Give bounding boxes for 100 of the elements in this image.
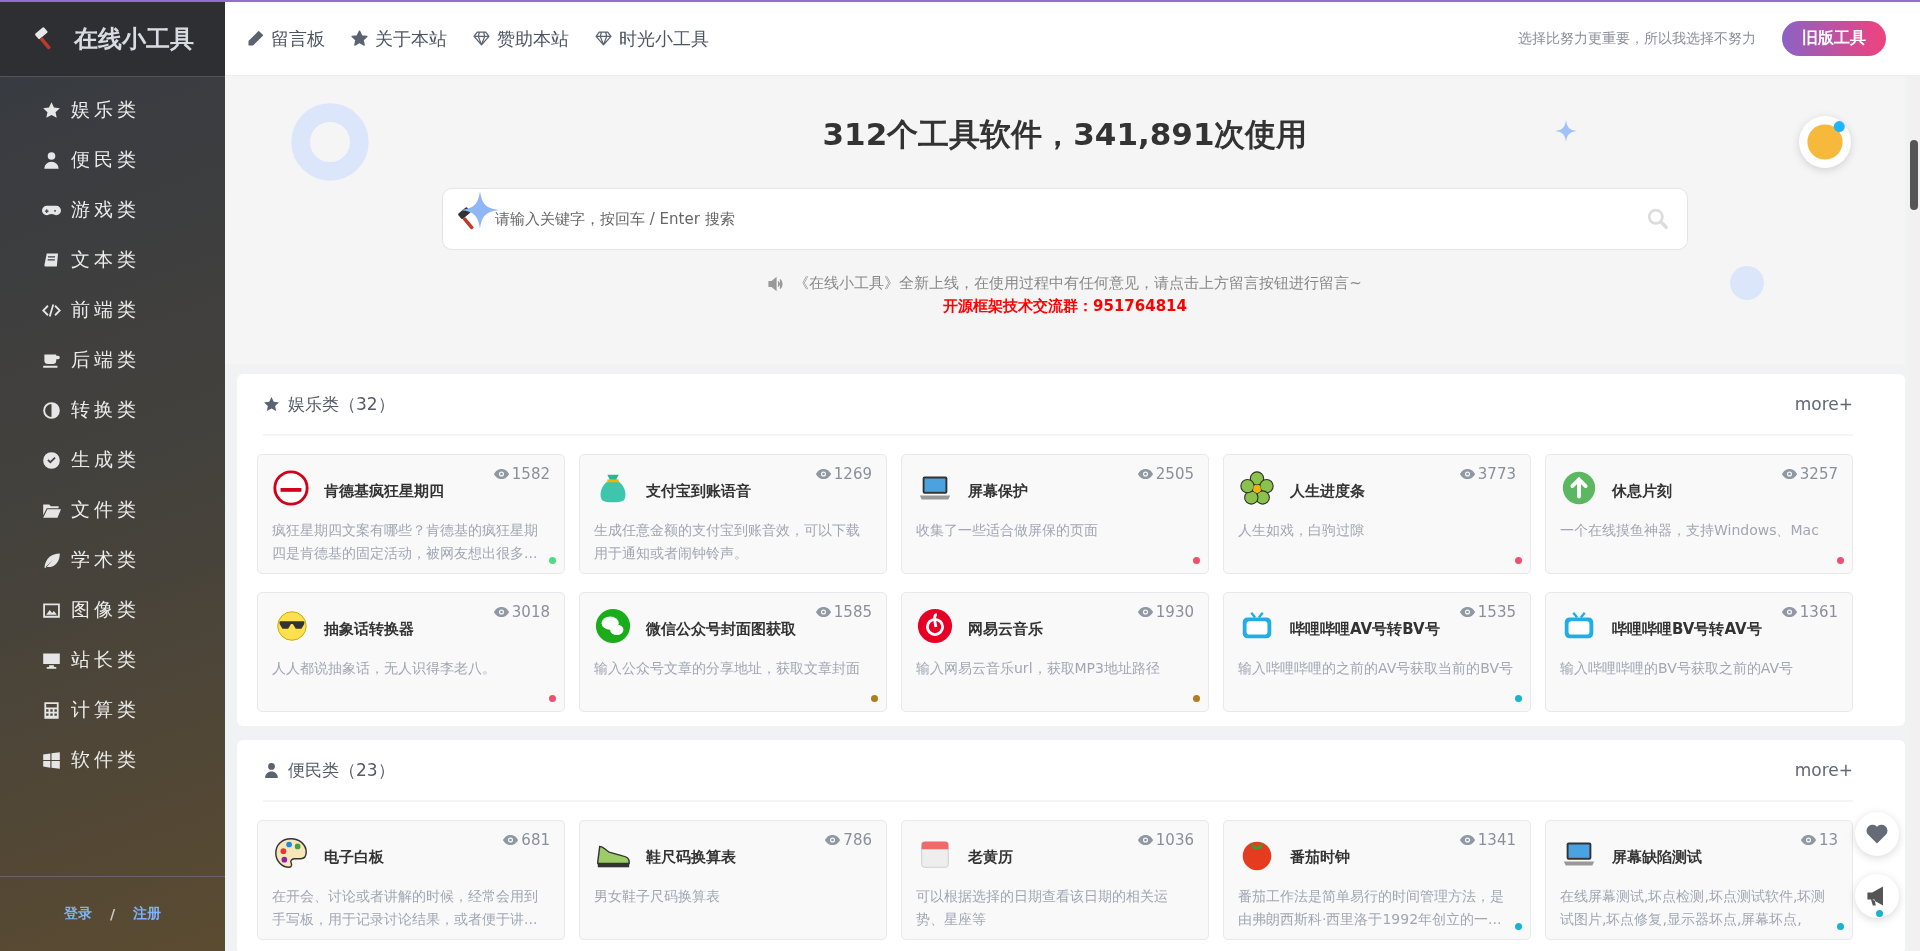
tool-card[interactable]: 抽象话转换器 3018 人人都说抽象话，无人识得李老八。 [257,592,565,712]
section-title: 便民类（23） [288,758,395,782]
tool-card[interactable]: 鞋尺码换算表 786 男女鞋子尺码换算表 [579,820,887,940]
view-count: 1585 [814,603,872,621]
view-count: 3773 [1458,465,1516,483]
monitor-icon [42,650,61,670]
eye-icon [1780,606,1798,618]
nav-link[interactable]: 留言板 [247,26,325,51]
view-count: 786 [824,831,872,849]
flower-icon [1238,469,1276,507]
notice-text: 《在线小工具》全新上线，在使用过程中有任何意见，请点击上方留言按钮进行留言~ [794,274,1362,293]
sidebar-item[interactable]: 文本类 [0,235,225,285]
diamond-icon [473,30,490,47]
view-count: 1582 [492,465,550,483]
tool-card[interactable]: 番茄时钟 1341 番茄工作法是简单易行的时间管理方法，是由弗朗西斯科·西里洛于1992年创立的一... [1223,820,1531,940]
eye-icon [814,606,832,618]
tool-name: 鞋尺码换算表 [646,847,737,867]
tool-card[interactable]: 人生进度条 3773 人生如戏，白驹过隙 [1223,454,1531,574]
tool-card[interactable]: 休息片刻 3257 一个在线摸鱼神器，支持Windows、Mac [1545,454,1853,574]
sidebar-item[interactable]: 软件类 [0,735,225,785]
search-field[interactable]: 请输入关键字，按回车 / Enter 搜索 [442,188,1688,250]
tool-description: 人人都说抽象话，无人识得李老八。 [272,659,497,678]
tool-card[interactable]: 哔哩哔哩AV号转BV号 1535 输入哔哩哔哩的之前的AV号获取当前的BV号 [1223,592,1531,712]
eye-icon [492,606,510,618]
tool-card[interactable]: 肯德基疯狂星期四 1582 疯狂星期四文案有哪些？肯德基的疯狂星期四是肯德基的固定活动，被网友想出很多... [257,454,565,574]
notification-dot [1876,910,1883,917]
tool-name: 休息片刻 [1612,481,1673,501]
login-link[interactable]: 登录 [63,905,92,923]
sidebar-item[interactable]: 便民类 [0,135,225,185]
view-count: 3018 [492,603,550,621]
star-icon [42,100,61,120]
tool-card[interactable]: 电子白板 681 在开会、讨论或者讲解的时候，经常会用到手写板，用于记录讨论结果，或者便于讲... [257,820,565,940]
slogan-text: 选择比努力更重要，所以我选择不努力 [1518,29,1756,48]
more-link[interactable]: more+ [1794,394,1853,414]
tool-card[interactable]: 哔哩哔哩BV号转AV号 1361 输入哔哩哔哩的BV号获取之前的AV号 [1545,592,1853,712]
view-count: 1341 [1458,831,1516,849]
person-icon [263,761,280,779]
arrow-up-icon [1560,469,1598,507]
nav-link[interactable]: 赞助本站 [473,26,569,51]
register-link[interactable]: 注册 [133,905,162,923]
view-count: 1361 [1780,603,1838,621]
eye-icon [1458,468,1476,480]
search-input[interactable]: 请输入关键字，按回车 / Enter 搜索 [493,209,1637,229]
chat-bubbles-icon [594,607,632,645]
eye-icon [824,834,842,846]
more-link[interactable]: more+ [1794,760,1853,780]
sidebar-item[interactable]: 计算类 [0,685,225,735]
sidebar-item[interactable]: 转换类 [0,385,225,435]
tool-description: 男女鞋子尺码换算表 [594,887,721,906]
tool-name: 人生进度条 [1290,481,1366,501]
tool-description: 人生如戏，白驹过隙 [1238,521,1365,540]
view-count: 1269 [814,465,872,483]
sidebar-item[interactable]: 娱乐类 [0,85,225,135]
tool-description: 输入哔哩哔哩的BV号获取之前的AV号 [1560,659,1794,678]
view-count: 3257 [1780,465,1838,483]
eye-icon [814,468,832,480]
sidebar-item[interactable]: 图像类 [0,585,225,635]
sidebar-item[interactable]: 生成类 [0,435,225,485]
view-count: 681 [502,831,550,849]
tool-card[interactable]: 网易云音乐 1930 输入网易云音乐url，获取MP3地址路径 [901,592,1209,712]
person-icon [42,150,61,170]
tool-description: 一个在线摸鱼神器，支持Windows、Mac [1560,521,1820,540]
tool-name: 支付宝到账语音 [646,481,752,501]
tool-card[interactable]: 老黄历 1036 可以根据选择的日期查看该日期的相关运势、星座等 [901,820,1209,940]
nav-link[interactable]: 时光小工具 [595,26,709,51]
tool-description: 输入哔哩哔哩的之前的AV号获取当前的BV号 [1238,659,1514,678]
tool-description: 在线屏幕测试,坏点检测,坏点测试软件,坏测试图片,坏点修复,显示器坏点,屏幕坏点, [1560,887,1827,929]
section-title: 娱乐类（32） [288,392,395,416]
pencil-icon [247,30,264,47]
tool-description: 收集了一些适合做屏保的页面 [916,521,1099,540]
group-text: 开源框架技术交流群：951764814 [943,297,1187,316]
heart-icon [1865,822,1889,846]
tool-card[interactable]: 微信公众号封面图获取 1585 输入公众号文章的分享地址，获取文章封面 [579,592,887,712]
eye-icon [492,468,510,480]
sidebar-item[interactable]: 游戏类 [0,185,225,235]
tool-description: 在开会、讨论或者讲解的时候，经常会用到手写板，用于记录讨论结果，或者便于讲... [272,887,539,929]
tool-name: 电子白板 [324,847,385,867]
diamond-icon [595,30,612,47]
sidebar-item[interactable]: 站长类 [0,635,225,685]
nav-link[interactable]: 关于本站 [351,26,447,51]
sidebar-item[interactable]: 前端类 [0,285,225,335]
tool-description: 疯狂星期四文案有哪些？肯德基的疯狂星期四是肯德基的固定活动，被网友想出很多... [272,521,539,563]
tool-description: 输入公众号文章的分享地址，获取文章封面 [594,659,861,678]
tool-name: 肯德基疯狂星期四 [324,481,445,501]
eye-icon [1458,606,1476,618]
tool-card[interactable]: 支付宝到账语音 1269 生成任意金额的支付宝到账音效，可以下载用于通知或者闹钟铃声。 [579,454,887,574]
tool-name: 抽象话转换器 [324,619,415,639]
tool-card[interactable]: 屏幕保护 2505 收集了一些适合做屏保的页面 [901,454,1209,574]
tool-name: 哔哩哔哩AV号转BV号 [1290,619,1441,639]
view-count: 1535 [1458,603,1516,621]
view-count: 1930 [1136,603,1194,621]
tool-name: 屏幕缺陷测试 [1612,847,1703,867]
sidebar-item[interactable]: 后端类 [0,335,225,385]
sidebar-item[interactable]: 学术类 [0,535,225,585]
contrast-icon [42,400,61,420]
sidebar-item[interactable]: 文件类 [0,485,225,535]
tool-name: 屏幕保护 [968,481,1029,501]
tool-card[interactable]: 屏幕缺陷测试 13 在线屏幕测试,坏点检测,坏点测试软件,坏测试图片,坏点修复,显示器坏点,屏幕坏点, [1545,820,1853,940]
eye-icon [1780,468,1798,480]
old-version-button[interactable]: 旧版工具 [1782,21,1886,56]
